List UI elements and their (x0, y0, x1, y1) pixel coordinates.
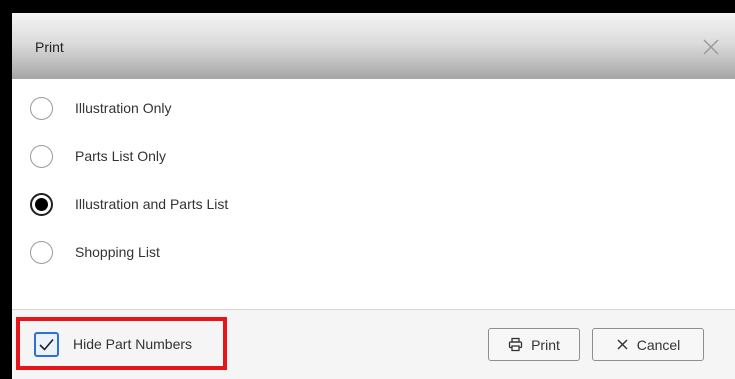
option-illustration-only[interactable]: Illustration Only (30, 93, 430, 123)
radio-button-selected[interactable] (30, 192, 53, 216)
option-label: Shopping List (75, 244, 160, 260)
cancel-button[interactable]: Cancel (592, 328, 704, 361)
close-icon (616, 338, 629, 351)
checkmark-icon (39, 338, 54, 351)
option-parts-list-only[interactable]: Parts List Only (30, 141, 430, 171)
close-button[interactable] (697, 33, 725, 61)
dialog-title: Print (35, 39, 64, 55)
hide-part-numbers-toggle[interactable]: Hide Part Numbers (34, 330, 192, 358)
print-dialog: Print Illustration Only Parts List Only (12, 13, 735, 379)
radio-button[interactable] (30, 240, 53, 264)
radio-button[interactable] (30, 144, 53, 168)
option-shopping-list[interactable]: Shopping List (30, 237, 430, 267)
print-button-label: Print (531, 336, 560, 353)
radio-button[interactable] (30, 96, 53, 120)
printer-icon (508, 337, 523, 352)
dialog-titlebar: Print (12, 13, 735, 79)
dialog-footer: Hide Part Numbers Print Cancel (12, 309, 735, 379)
close-icon (703, 39, 719, 55)
print-button[interactable]: Print (488, 328, 580, 361)
option-label: Parts List Only (75, 148, 167, 164)
option-label: Illustration Only (75, 100, 172, 116)
hide-part-numbers-label: Hide Part Numbers (73, 336, 193, 352)
cancel-button-label: Cancel (636, 336, 681, 353)
option-label: Illustration and Parts List (75, 196, 229, 212)
hide-part-numbers-checkbox[interactable] (34, 331, 59, 357)
screen-frame: Print Illustration Only Parts List Only (0, 0, 735, 379)
radio-dot (35, 197, 48, 211)
option-illustration-and-parts-list[interactable]: Illustration and Parts List (30, 189, 430, 219)
